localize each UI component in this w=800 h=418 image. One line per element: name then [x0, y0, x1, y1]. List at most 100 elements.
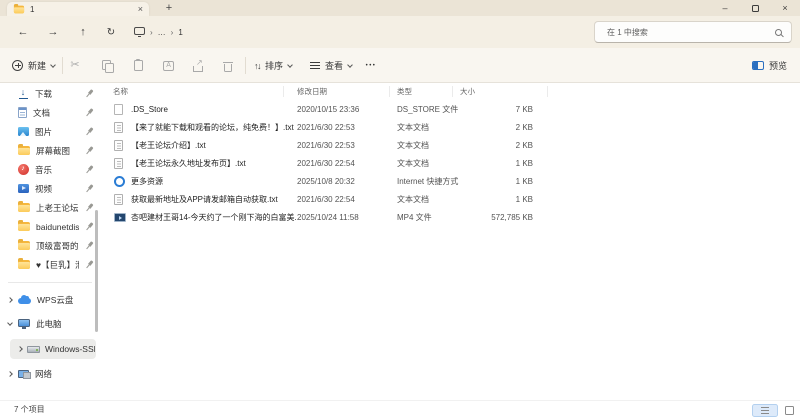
up-button[interactable]: ↑ [72, 16, 94, 48]
sort-button[interactable]: ↑↓ 排序 [254, 48, 293, 83]
view-button[interactable]: 查看 [310, 48, 353, 83]
sidebar-item-folder[interactable]: 顶级富哥的生 [0, 236, 100, 255]
copy-button[interactable] [98, 48, 116, 83]
sidebar-item-folder[interactable]: baidunetdisk [0, 217, 100, 236]
tab-label: 1 [30, 4, 35, 14]
pin-icon [83, 125, 96, 138]
computer-icon [18, 319, 30, 330]
chevron-right-icon[interactable] [17, 346, 23, 352]
file-row[interactable]: 杏吧建材王哥14-今天约了一个刚下海的白富美... 2025/10/24 11:… [100, 208, 660, 226]
sidebar-item-folder[interactable]: ♥【巨乳】泄 [0, 255, 100, 274]
view-lines-icon [310, 61, 320, 70]
file-row[interactable]: 更多资源 2025/10/8 20:32 Internet 快捷方式 1 KB [100, 172, 660, 190]
tab-folder-1[interactable]: 1 × [7, 2, 149, 16]
file-size: 2 KB [515, 140, 533, 150]
sidebar-item-network[interactable]: 网络 [0, 363, 100, 385]
sidebar-item-this-pc[interactable]: 此电脑 [0, 313, 100, 335]
file-row[interactable]: 【老王论坛介绍】.txt 2021/6/30 22:53 文本文档 2 KB [100, 136, 660, 154]
document-icon [18, 107, 27, 118]
sort-arrows-icon: ↑↓ [254, 60, 262, 71]
file-row[interactable]: 【来了就能下载和观看的论坛，纯免费！】.txt 2021/6/30 22:53 … [100, 118, 660, 136]
sidebar-item-screenshots[interactable]: 屏幕截图 [0, 141, 100, 160]
cloud-icon [18, 295, 31, 304]
toolbar [0, 48, 800, 83]
file-date: 2021/6/30 22:53 [297, 140, 355, 150]
sidebar-item-documents[interactable]: 文档 [0, 103, 100, 122]
file-size: 572,785 KB [491, 212, 533, 222]
new-plus-icon [12, 60, 23, 71]
sidebar-item-pictures[interactable]: 图片 [0, 122, 100, 141]
folder-icon [13, 3, 25, 13]
delete-button[interactable] [219, 48, 237, 83]
sidebar-scrollbar[interactable] [95, 210, 98, 332]
cut-button[interactable]: ✂ [66, 48, 84, 83]
minimize-button[interactable]: – [710, 0, 740, 16]
chevron-right-icon[interactable] [7, 297, 13, 303]
icons-view-toggle[interactable] [785, 406, 794, 415]
pin-icon [83, 182, 96, 195]
column-divider [389, 86, 390, 97]
sidebar-item-windows-ssd[interactable]: Windows-SSD (C:) [10, 339, 96, 359]
paste-button[interactable] [129, 48, 147, 83]
file-date: 2025/10/24 11:58 [297, 212, 359, 222]
scissors-icon: ✂ [70, 59, 80, 71]
items-count: 7 个项目 [14, 405, 45, 414]
sidebar-item-downloads[interactable]: 下载 [0, 84, 100, 103]
view-label: 查看 [325, 61, 344, 71]
this-pc-icon[interactable] [134, 27, 145, 37]
sidebar-item-label: 顶级富哥的生 [36, 240, 79, 251]
window-controls: – × [710, 0, 800, 16]
column-header-size[interactable]: 大小 [460, 83, 475, 100]
toolbar-divider [245, 57, 246, 74]
forward-button[interactable]: → [42, 16, 64, 48]
pin-icon [83, 163, 96, 176]
file-explorer-window: 1 × + – × ← → ↑ ↻ › … › 1 在 1 中搜索 新建 ✂ A… [0, 0, 800, 418]
close-button[interactable]: × [770, 0, 800, 16]
sidebar-item-label: 视频 [35, 183, 53, 194]
pin-icon [83, 87, 96, 100]
sidebar-item-folder[interactable]: 上老王论坛当 [0, 198, 100, 217]
pictures-icon [18, 127, 29, 136]
file-row[interactable]: 获取最新地址及APP请发邮箱自动获取.txt 2021/6/30 22:54 文… [100, 190, 660, 208]
breadcrumb-ellipsis[interactable]: … [158, 28, 166, 37]
chevron-down-icon[interactable] [7, 320, 13, 326]
share-button[interactable] [189, 48, 207, 83]
sidebar-item-label: 图片 [35, 126, 53, 137]
column-divider [283, 86, 284, 97]
sidebar-item-wps-cloud[interactable]: WPS云盘 [0, 289, 100, 311]
rename-button[interactable] [159, 48, 177, 83]
search-input[interactable]: 在 1 中搜索 [594, 21, 792, 43]
sidebar-item-label: 此电脑 [36, 319, 62, 329]
breadcrumb-current-folder[interactable]: 1 [178, 28, 182, 37]
file-name: 【老王论坛永久地址发布页】.txt [131, 158, 246, 168]
refresh-button[interactable]: ↻ [100, 16, 122, 48]
column-header-name[interactable]: 名称 [113, 83, 128, 100]
back-button[interactable]: ← [12, 16, 34, 48]
preview-label: 预览 [769, 61, 788, 71]
folder-icon [18, 220, 30, 231]
tab-close-icon[interactable]: × [138, 4, 143, 14]
file-row[interactable]: .DS_Store 2020/10/15 23:36 DS_STORE 文件 7… [100, 100, 660, 118]
column-header-date[interactable]: 修改日期 [297, 83, 327, 100]
sidebar-divider [8, 282, 92, 283]
new-button[interactable]: 新建 [12, 48, 56, 83]
file-type: 文本文档 [397, 122, 429, 132]
sidebar-item-videos[interactable]: 视频 [0, 179, 100, 198]
file-row[interactable]: 【老王论坛永久地址发布页】.txt 2021/6/30 22:54 文本文档 1… [100, 154, 660, 172]
chevron-right-icon[interactable] [7, 371, 13, 377]
column-header-type[interactable]: 类型 [397, 83, 412, 100]
file-list: 名称 修改日期 类型 大小 .DS_Store 2020/10/15 23:36… [100, 83, 800, 400]
new-tab-button[interactable]: + [160, 1, 178, 15]
sidebar-item-label: 音乐 [35, 164, 53, 175]
chevron-right-icon: › [170, 27, 174, 37]
preview-button[interactable]: 预览 [752, 48, 787, 83]
folder-icon [18, 144, 30, 155]
file-date: 2021/6/30 22:54 [297, 194, 355, 204]
details-view-toggle[interactable] [752, 404, 778, 417]
more-options-button[interactable]: ••• [362, 48, 380, 83]
folder-icon [18, 258, 30, 269]
maximize-button[interactable] [740, 0, 770, 16]
copy-icon [101, 60, 114, 73]
sidebar-item-music[interactable]: 音乐 [0, 160, 100, 179]
sidebar-item-label: 屏幕截图 [36, 145, 71, 156]
